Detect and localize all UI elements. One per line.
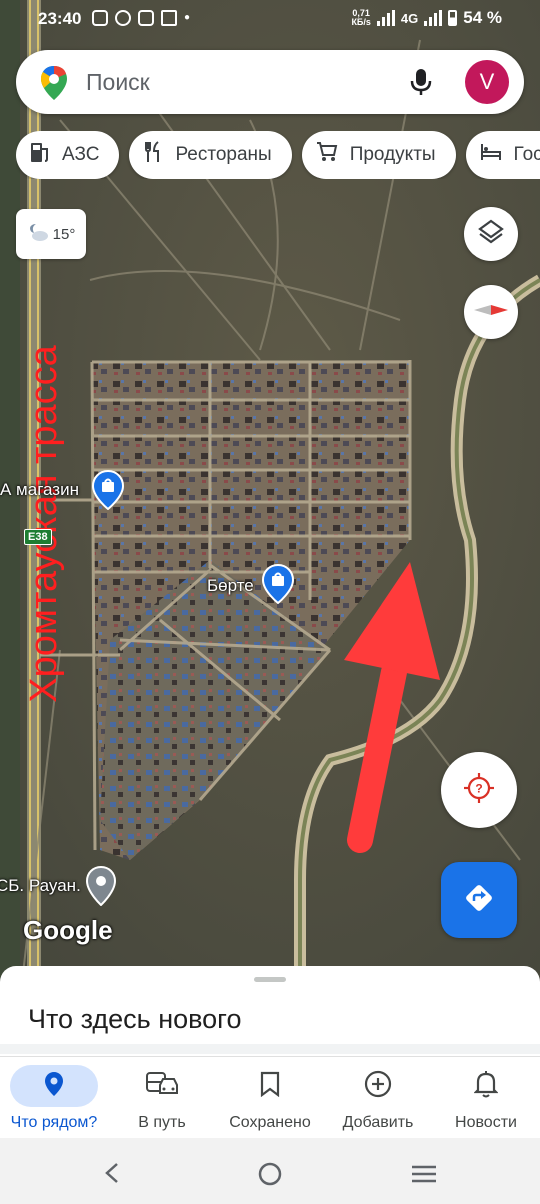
tab-explore[interactable]: Что рядом? — [0, 1057, 108, 1139]
tab-label: В путь — [138, 1114, 186, 1131]
maps-logo-icon — [40, 65, 68, 106]
shop-label[interactable]: А магазин — [0, 480, 79, 500]
restaurant-icon — [143, 141, 163, 169]
place-label[interactable]: Бөрте — [207, 576, 254, 596]
recents-icon[interactable] — [411, 1164, 437, 1189]
notification-icons: ● — [92, 10, 190, 26]
tab-label: Сохранено — [229, 1114, 311, 1131]
chip-hotels[interactable]: Гостиницы — [465, 131, 540, 179]
layers-button[interactable] — [464, 207, 518, 261]
bookmark-icon — [260, 1071, 280, 1102]
partly-cloudy-night-icon — [27, 222, 49, 246]
my-location-button[interactable]: ? — [441, 752, 517, 828]
back-icon[interactable] — [104, 1162, 120, 1189]
layers-icon — [477, 218, 505, 251]
upload-icon — [115, 10, 131, 26]
bottom-navigation: Что рядом? В путь Сохранено Добавить Нов… — [0, 1056, 540, 1139]
category-chips: АЗС Рестораны Продукты Гостиницы — [16, 131, 540, 179]
chip-label: АЗС — [62, 144, 100, 165]
location-unknown-icon: ? — [463, 772, 495, 809]
annotation-label: Хромтауская трасса — [23, 345, 65, 703]
chip-label: Рестораны — [175, 144, 272, 165]
google-logo: Google — [23, 915, 113, 945]
instagram-icon — [92, 10, 108, 26]
hotel-icon — [480, 142, 502, 168]
battery-icon — [448, 10, 458, 26]
compass-icon — [474, 303, 508, 322]
gmail-icon — [161, 10, 177, 26]
net-speed: 0,71 КБ/s — [351, 8, 371, 27]
weather-temp: 15° — [52, 225, 76, 243]
dot-icon: ● — [184, 12, 191, 23]
bell-icon — [473, 1070, 499, 1103]
battery-level: 54 % — [463, 8, 502, 27]
gas-station-icon — [30, 141, 50, 169]
bus-stop-label[interactable]: СБ. Рауан. — [0, 876, 81, 896]
chip-gas[interactable]: АЗС — [16, 131, 120, 179]
commute-icon — [146, 1071, 178, 1102]
sheet-title: Что здесь нового — [28, 1004, 242, 1034]
tab-label: Добавить — [342, 1114, 414, 1131]
bottom-sheet[interactable]: Что здесь нового — [0, 966, 540, 1056]
directions-button[interactable] — [441, 862, 517, 938]
tab-commute[interactable]: В путь — [108, 1057, 216, 1139]
status-time: 23:40 — [38, 9, 82, 28]
system-navigation-bar — [0, 1138, 540, 1204]
instagram-icon — [138, 10, 154, 26]
compass-button[interactable] — [464, 285, 518, 339]
chip-label: Гостиницы — [513, 144, 540, 165]
status-bar: 23:40 ● 0,71 КБ/s 4G 54 % — [0, 0, 540, 40]
tab-contribute[interactable]: Добавить — [324, 1057, 432, 1139]
explore-pin-icon — [44, 1071, 64, 1102]
tab-saved[interactable]: Сохранено — [216, 1057, 324, 1139]
network-type: 4G — [400, 10, 419, 26]
search-input[interactable]: Поиск — [86, 69, 150, 96]
signal-icon — [424, 10, 443, 26]
weather-widget[interactable]: 15° — [16, 209, 86, 259]
avatar[interactable]: V — [465, 60, 509, 104]
road-shield: E38 — [24, 529, 52, 545]
mic-icon[interactable] — [408, 68, 434, 101]
drag-handle[interactable] — [254, 977, 286, 982]
signal-icon — [376, 10, 395, 26]
add-circle-icon — [364, 1070, 392, 1103]
tab-label: Новости — [455, 1114, 517, 1131]
chip-groceries[interactable]: Продукты — [301, 131, 456, 179]
home-icon[interactable] — [258, 1162, 282, 1191]
tab-label: Что рядом? — [10, 1114, 98, 1131]
chip-label: Продукты — [349, 144, 436, 165]
search-bar[interactable]: Поиск V — [16, 50, 524, 114]
cart-icon — [316, 141, 338, 169]
tab-updates[interactable]: Новости — [432, 1057, 540, 1139]
chip-restaurants[interactable]: Рестораны — [129, 131, 292, 179]
divider — [0, 1044, 540, 1054]
svg-text:?: ? — [475, 781, 482, 795]
directions-icon — [462, 881, 496, 920]
